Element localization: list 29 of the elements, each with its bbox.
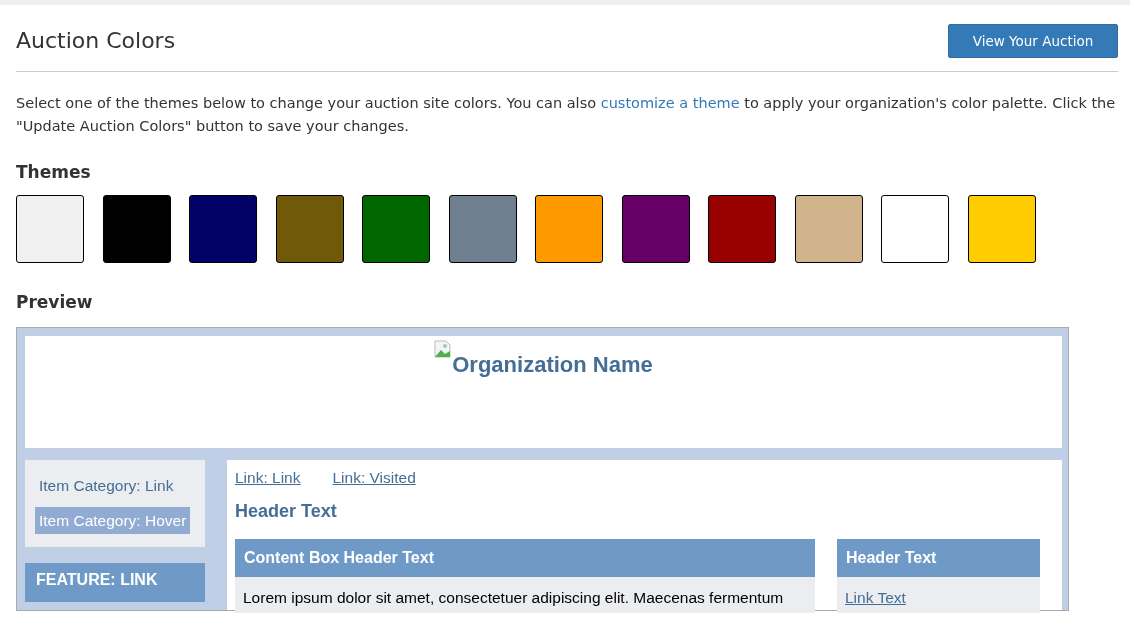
link-text[interactable]: Link Text	[845, 589, 906, 607]
theme-swatch[interactable]	[967, 195, 1036, 264]
organization-name: Organization Name	[452, 350, 653, 379]
theme-swatch[interactable]	[708, 195, 776, 264]
themes-heading: Themes	[16, 162, 92, 183]
header-text: Header Text	[235, 500, 338, 524]
theme-swatch[interactable]	[448, 195, 517, 264]
theme-swatch[interactable]	[275, 195, 344, 264]
content-box-text: Lorem ipsum dolor sit amet, consectetuer adipiscing elit. Maecenas fermentum	[235, 577, 815, 614]
theme-swatch[interactable]	[102, 195, 171, 264]
category-link[interactable]: Item Category: Link	[35, 471, 178, 500]
side-box-header: Header Text	[837, 539, 1040, 578]
theme-swatch[interactable]	[621, 195, 690, 264]
page-title: Auction Colors	[16, 27, 176, 55]
content-box-header: Content Box Header Text	[235, 539, 815, 578]
theme-swatch[interactable]	[794, 195, 863, 264]
theme-swatch[interactable]	[16, 195, 84, 264]
theme-swatch[interactable]	[362, 195, 430, 264]
intro-text: Select one of the themes below to change your auction site colors. You can also customize a theme to apply your organization's color palette. Click the "Update Auction Colors" button to save your changes.	[16, 94, 1116, 136]
sample-link[interactable]: Link: Link	[235, 465, 301, 490]
customize-theme-link[interactable]: customize a theme	[600, 95, 740, 111]
feature-link[interactable]: FEATURE: LINK	[25, 562, 205, 602]
preview-heading: Preview	[16, 292, 94, 313]
sample-link[interactable]: Link: Visited	[332, 465, 416, 490]
broken-image-icon	[434, 339, 453, 358]
view-auction-button[interactable]: View Your Auction	[948, 24, 1118, 58]
theme-swatch[interactable]	[535, 195, 603, 264]
theme-swatch[interactable]	[189, 195, 257, 264]
theme-swatch[interactable]	[881, 195, 949, 264]
